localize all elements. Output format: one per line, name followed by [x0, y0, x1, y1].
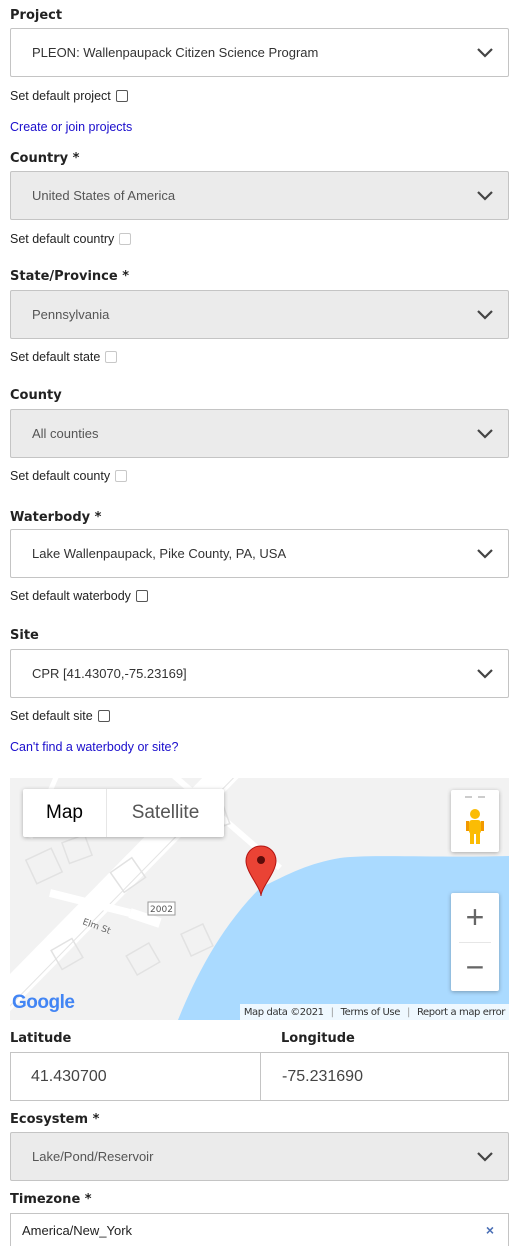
ecosystem-select[interactable]: Lake/Pond/Reservoir — [10, 1132, 509, 1181]
chevron-down-icon — [477, 190, 493, 201]
longitude-input[interactable]: -75.231690 — [260, 1052, 509, 1101]
map-attribution: Map data ©2021 | Terms of Use | Report a… — [239, 1004, 509, 1020]
ecosystem-label: Ecosystem * — [10, 1112, 100, 1127]
report-map-error-link[interactable]: Report a map error — [417, 1007, 505, 1018]
set-default-project-row: Set default project — [10, 89, 128, 103]
set-default-project-checkbox[interactable] — [115, 90, 128, 102]
map-type-control: Map Satellite — [23, 789, 224, 837]
county-label: County — [10, 388, 62, 403]
set-default-site-row: Set default site — [10, 709, 110, 723]
set-default-state-label: Set default state — [10, 350, 101, 364]
timezone-value: America/New_York — [22, 1222, 133, 1238]
chevron-down-icon — [477, 428, 493, 439]
set-default-site-checkbox[interactable] — [97, 710, 110, 722]
timezone-input[interactable]: America/New_York × — [10, 1213, 509, 1246]
state-label: State/Province * — [10, 269, 130, 284]
set-default-country-row: Set default country — [10, 232, 132, 246]
attrib-divider: | — [330, 1006, 334, 1018]
terms-of-use-link[interactable]: Terms of Use — [341, 1007, 401, 1018]
longitude-value: -75.231690 — [282, 1067, 363, 1085]
street-view-button[interactable] — [451, 790, 499, 852]
chevron-down-icon — [477, 47, 493, 58]
set-default-site-label: Set default site — [10, 709, 93, 723]
set-default-county-row: Set default county — [10, 469, 128, 483]
site-select[interactable]: CPR [41.43070,-75.23169] — [10, 649, 509, 698]
latitude-value: 41.430700 — [31, 1067, 107, 1085]
zoom-control: + − — [451, 893, 499, 991]
clear-icon[interactable]: × — [486, 1222, 494, 1238]
longitude-label: Longitude — [281, 1031, 355, 1046]
timezone-label: Timezone * — [10, 1192, 92, 1207]
set-default-county-checkbox[interactable] — [115, 470, 128, 482]
cant-find-waterbody-link[interactable]: Can't find a waterbody or site? — [10, 740, 178, 754]
google-logo: Google — [12, 992, 75, 1014]
project-select-value: PLEON: Wallenpaupack Citizen Science Pro… — [32, 45, 319, 60]
set-default-country-label: Set default country — [10, 232, 115, 246]
site-label: Site — [10, 628, 39, 643]
chevron-down-icon — [477, 668, 493, 679]
zoom-out-button[interactable]: − — [451, 943, 499, 992]
country-select-value: United States of America — [32, 188, 176, 203]
zoom-in-button[interactable]: + — [451, 893, 499, 942]
project-label: Project — [10, 8, 63, 23]
pegman-icon — [465, 796, 485, 844]
map-type-satellite-button[interactable]: Satellite — [106, 789, 224, 837]
map-view[interactable]: 2002 Elm St Map Satellite + − Google Map… — [10, 778, 509, 1020]
create-join-projects-link[interactable]: Create or join projects — [10, 120, 132, 134]
state-select[interactable]: Pennsylvania — [10, 290, 509, 339]
latitude-label: Latitude — [10, 1031, 72, 1046]
waterbody-label: Waterbody * — [10, 510, 102, 525]
set-default-project-label: Set default project — [10, 89, 111, 103]
set-default-waterbody-checkbox[interactable] — [135, 590, 148, 602]
set-default-county-label: Set default county — [10, 469, 111, 483]
waterbody-select-value: Lake Wallenpaupack, Pike County, PA, USA — [32, 546, 287, 561]
country-select[interactable]: United States of America — [10, 171, 509, 220]
route-shield-label: 2002 — [150, 905, 173, 915]
set-default-country-checkbox[interactable] — [119, 233, 132, 245]
attrib-divider: | — [406, 1006, 410, 1018]
county-select-value: All counties — [32, 426, 99, 441]
set-default-waterbody-row: Set default waterbody — [10, 589, 148, 603]
site-select-value: CPR [41.43070,-75.23169] — [32, 666, 187, 681]
ecosystem-select-value: Lake/Pond/Reservoir — [32, 1149, 154, 1164]
google-logo-text: Google — [12, 992, 75, 1013]
county-select[interactable]: All counties — [10, 409, 509, 458]
chevron-down-icon — [477, 548, 493, 559]
set-default-state-checkbox[interactable] — [105, 351, 118, 363]
set-default-waterbody-label: Set default waterbody — [10, 589, 131, 603]
latitude-input[interactable]: 41.430700 — [10, 1052, 261, 1101]
country-label: Country * — [10, 151, 80, 166]
chevron-down-icon — [477, 309, 493, 320]
map-type-map-button[interactable]: Map — [23, 789, 106, 837]
state-select-value: Pennsylvania — [32, 307, 110, 322]
waterbody-select[interactable]: Lake Wallenpaupack, Pike County, PA, USA — [10, 529, 509, 578]
map-data-text: Map data ©2021 — [243, 1006, 324, 1018]
chevron-down-icon — [477, 1151, 493, 1162]
set-default-state-row: Set default state — [10, 350, 118, 364]
project-select[interactable]: PLEON: Wallenpaupack Citizen Science Pro… — [10, 28, 509, 77]
